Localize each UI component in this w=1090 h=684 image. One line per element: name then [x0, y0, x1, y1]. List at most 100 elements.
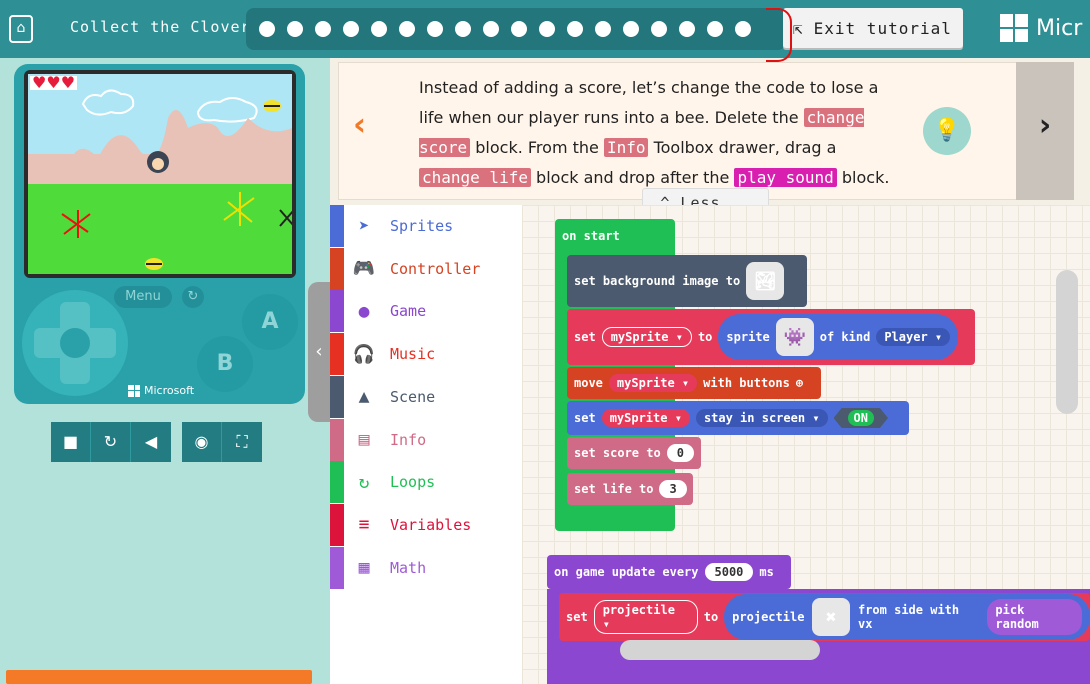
toolbox-category-scene[interactable]: ▲ Scene	[330, 375, 522, 418]
category-label: Variables	[390, 515, 472, 534]
blocks-workspace[interactable]: on start set background image to 🏞 set m…	[522, 205, 1090, 684]
move-with-buttons-block[interactable]: move mySprite with buttons ⊕	[567, 367, 821, 399]
blocks-toolbox: ➤ Sprites 🎮 Controller ● Game 🎧 Music ▲ Scene ▤ Inf…	[330, 205, 522, 684]
game-screen[interactable]: ♥♥♥	[24, 70, 296, 278]
step-dot[interactable]	[315, 21, 331, 37]
makecode-logo-icon[interactable]: ⌂	[9, 15, 33, 43]
category-label: Info	[390, 430, 427, 449]
step-dot[interactable]	[483, 21, 499, 37]
collapse-simulator-button[interactable]: ‹	[308, 282, 330, 422]
toolbox-category-variables[interactable]: ≡ Variables	[330, 503, 522, 546]
step-dot[interactable]	[595, 21, 611, 37]
console-brand-text: Microsoft	[144, 384, 195, 397]
add-parameter-icon[interactable]: ⊕	[796, 376, 803, 390]
hint-lightbulb-icon[interactable]: 💡	[923, 107, 971, 155]
toolbox-category-loops[interactable]: ↻ Loops	[330, 461, 522, 504]
music-category-icon: 🎧	[352, 343, 376, 365]
variable-dropdown[interactable]: mySprite	[608, 374, 698, 392]
microsoft-brand[interactable]: Micr	[1000, 14, 1082, 42]
set-background-block[interactable]: set background image to 🏞	[567, 255, 807, 307]
set-label: set	[566, 610, 588, 624]
variable-dropdown[interactable]: mySprite	[601, 409, 690, 427]
step-dot[interactable]	[399, 21, 415, 37]
step-dot[interactable]	[735, 21, 751, 37]
download-bar[interactable]	[6, 670, 312, 684]
set-projectile-block[interactable]: set projectile to projectile ✖ from side…	[559, 593, 1090, 641]
pick-random-block[interactable]: pick random	[987, 599, 1082, 635]
step-dot[interactable]	[707, 21, 723, 37]
tutorial-title: Collect the Clovers	[70, 18, 261, 36]
step-dot[interactable]	[539, 21, 555, 37]
step-dot[interactable]	[623, 21, 639, 37]
category-color-bar	[330, 205, 344, 247]
console-microsoft-brand: Microsoft	[128, 384, 194, 397]
variable-dropdown[interactable]: mySprite	[601, 327, 692, 347]
toolbox-category-controller[interactable]: 🎮 Controller	[330, 247, 522, 290]
on-game-update-block[interactable]: on game update every 5000 ms	[547, 555, 791, 589]
game-canvas[interactable]: ♥♥♥	[28, 74, 292, 274]
set-background-label: set background image to	[574, 274, 741, 288]
step-dot[interactable]	[287, 21, 303, 37]
projectile-from-side-block[interactable]: projectile ✖ from side with vx pick rand…	[724, 594, 1090, 640]
instruction-part: block. From the	[470, 138, 604, 157]
category-color-bar	[330, 333, 344, 376]
kind-dropdown[interactable]: Player	[876, 328, 951, 346]
microsoft-logo-icon	[128, 384, 140, 397]
microsoft-brand-text: Micr	[1036, 15, 1083, 41]
set-sprite-block[interactable]: set mySprite to sprite 👾 of kind Player	[567, 309, 975, 365]
block-chip-play-sound: play sound	[734, 168, 837, 187]
toolbox-category-music[interactable]: 🎧 Music	[330, 333, 522, 376]
image-picker-icon[interactable]: 🏞	[746, 262, 785, 300]
step-dot[interactable]	[511, 21, 527, 37]
step-dot[interactable]	[679, 21, 695, 37]
a-button[interactable]: A	[242, 294, 298, 350]
fullscreen-icon[interactable]: ⛶	[222, 422, 262, 462]
set-life-block[interactable]: set life to 3	[567, 473, 693, 505]
step-dot[interactable]	[343, 21, 359, 37]
sprite-create-block[interactable]: sprite 👾 of kind Player	[718, 314, 959, 360]
sprite-image-icon[interactable]: 👾	[775, 318, 814, 356]
step-dot[interactable]	[651, 21, 667, 37]
toolbox-category-math[interactable]: ▦ Math	[330, 546, 522, 589]
next-step-icon[interactable]: ›	[1016, 62, 1074, 200]
instruction-part: block and drop after the	[530, 168, 735, 187]
sprite-label: sprite	[726, 330, 770, 344]
set-label: set	[574, 411, 596, 425]
toolbox-category-info[interactable]: ▤ Info	[330, 418, 522, 461]
flag-dropdown[interactable]: stay in screen	[695, 409, 828, 427]
step-dot[interactable]	[455, 21, 471, 37]
workspace-vertical-scrollbar[interactable]	[1056, 270, 1078, 414]
reload-game-icon[interactable]: ↻	[182, 286, 204, 308]
life-input[interactable]: 3	[659, 480, 687, 498]
toolbox-category-game[interactable]: ● Game	[330, 290, 522, 333]
step-dot[interactable]	[427, 21, 443, 37]
simulator-toolbar-right: ◉ ⛶	[182, 422, 262, 462]
step-dot[interactable]	[259, 21, 275, 37]
mute-icon[interactable]: ◀	[131, 422, 171, 462]
stay-in-screen-block[interactable]: set mySprite stay in screen ON	[567, 401, 909, 435]
step-dot[interactable]	[567, 21, 583, 37]
interval-input[interactable]: 5000	[704, 563, 754, 581]
menu-button[interactable]: Menu	[114, 286, 172, 308]
toggle-on-label: ON	[847, 410, 874, 426]
workspace-horizontal-scrollbar[interactable]	[620, 640, 820, 660]
category-label: Music	[390, 345, 436, 364]
tutorial-instruction-card: ‹ Instead of adding a score, let’s chang…	[338, 62, 1046, 200]
dpad-control[interactable]	[22, 290, 128, 396]
score-input[interactable]: 0	[666, 444, 694, 462]
step-dot[interactable]	[371, 21, 387, 37]
variable-dropdown[interactable]: projectile	[593, 600, 698, 634]
game-scene-art	[61, 89, 292, 270]
controller-category-icon: 🎮	[352, 258, 376, 280]
restart-icon[interactable]: ↻	[91, 422, 131, 462]
stop-icon[interactable]: ■	[51, 422, 91, 462]
previous-step-icon[interactable]: ‹	[353, 105, 366, 143]
projectile-image-icon[interactable]: ✖	[812, 598, 850, 636]
toggle-switch[interactable]: ON	[833, 408, 888, 428]
b-button[interactable]: B	[197, 336, 253, 392]
toolbox-category-sprites[interactable]: ➤ Sprites	[330, 205, 522, 247]
exit-tutorial-button[interactable]: ⇱ Exit tutorial	[783, 8, 963, 48]
sprites-category-icon: ➤	[358, 215, 370, 237]
set-score-block[interactable]: set score to 0	[567, 437, 701, 469]
screenshot-icon[interactable]: ◉	[182, 422, 222, 462]
